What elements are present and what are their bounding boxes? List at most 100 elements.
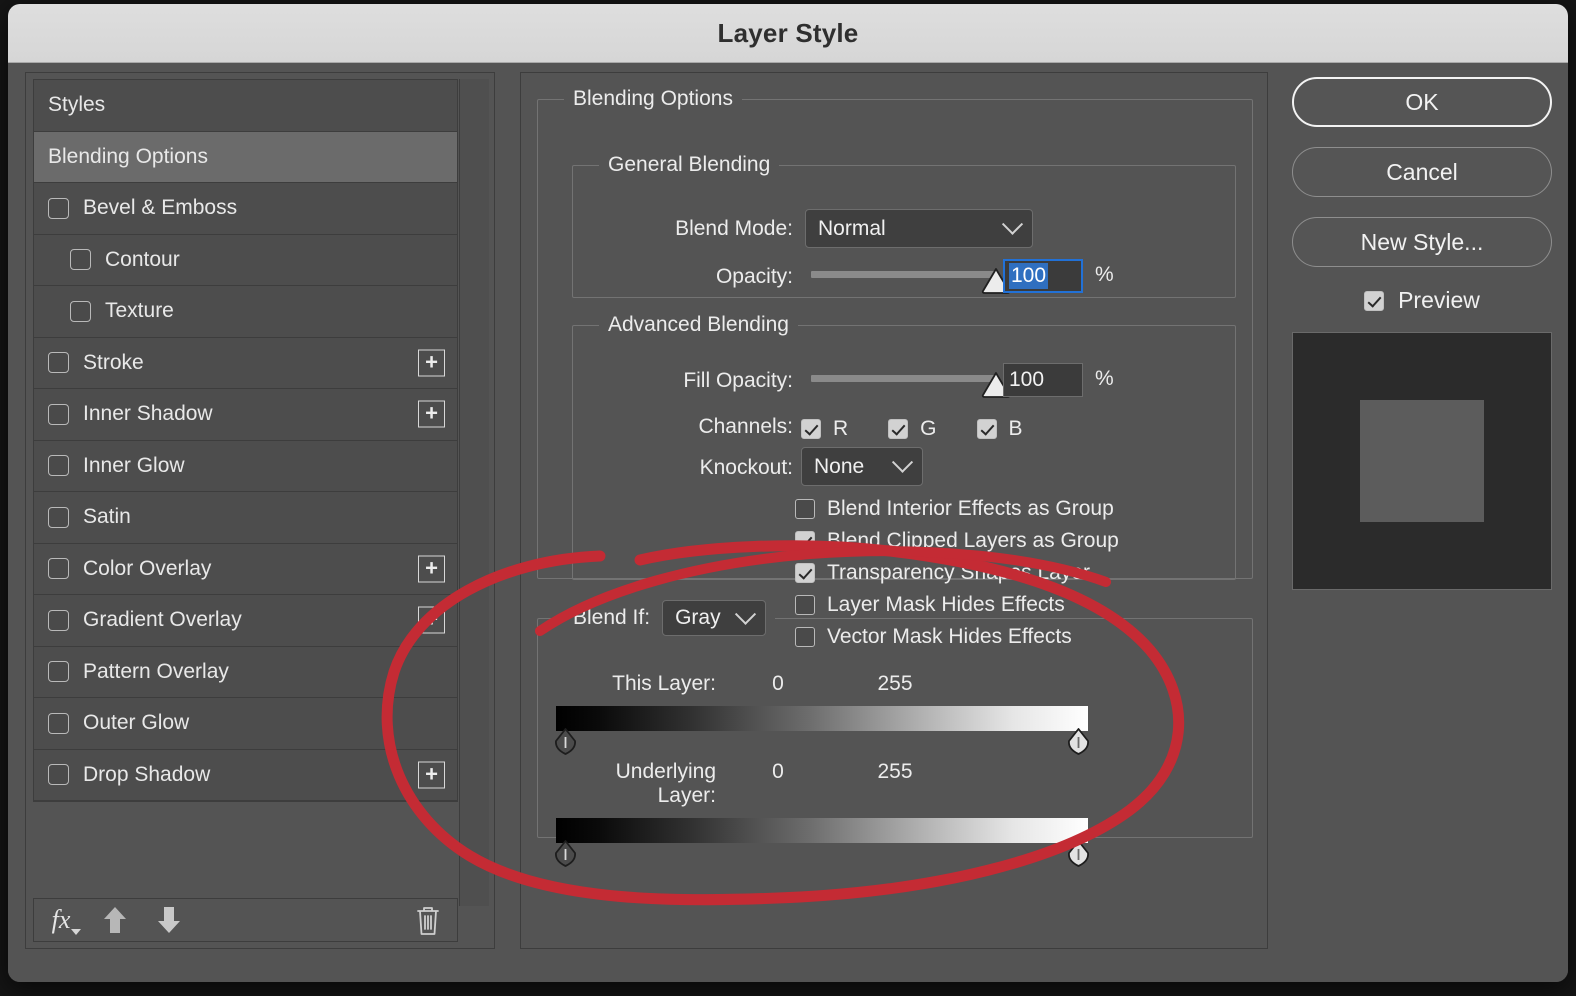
- add-effect-button[interactable]: +: [418, 555, 445, 583]
- sidebar-toolbar: fx: [33, 898, 458, 942]
- channel-r[interactable]: R: [801, 413, 848, 445]
- move-effect-down-button[interactable]: [142, 899, 196, 941]
- sidebar-item-inner-shadow[interactable]: Inner Shadow +: [34, 389, 457, 441]
- effect-enable-checkbox[interactable]: [48, 506, 69, 528]
- blending-options-panel: Blending Options General Blending Blend …: [520, 72, 1268, 949]
- opacity-slider[interactable]: [811, 268, 1011, 294]
- effect-enable-checkbox[interactable]: [48, 352, 69, 374]
- sidebar-item-texture[interactable]: Texture: [34, 286, 457, 338]
- knockout-value: None: [814, 454, 865, 478]
- sidebar-item-pattern-overlay[interactable]: Pattern Overlay: [34, 647, 457, 698]
- option-blend-interior-effects-as-group[interactable]: Blend Interior Effects as Group: [795, 493, 1119, 525]
- effect-enable-checkbox[interactable]: [48, 661, 69, 683]
- effect-enable-checkbox[interactable]: [48, 197, 69, 219]
- effect-enable-checkbox[interactable]: [70, 300, 91, 322]
- sidebar-item-contour[interactable]: Contour: [34, 235, 457, 286]
- sidebar-item-label: Drop Shadow: [83, 762, 211, 786]
- sidebar-item-outer-glow[interactable]: Outer Glow: [34, 698, 457, 750]
- add-effect-button[interactable]: +: [418, 761, 445, 789]
- sidebar-item-styles[interactable]: Styles: [34, 80, 457, 132]
- sidebar-item-stroke[interactable]: Stroke +: [34, 338, 457, 389]
- opacity-slider-track: [811, 271, 997, 278]
- add-effect-button[interactable]: +: [418, 349, 445, 377]
- effect-enable-checkbox[interactable]: [48, 609, 69, 631]
- option-transparency-shapes-layer[interactable]: Transparency Shapes Layer: [795, 557, 1119, 589]
- new-style-button[interactable]: New Style...: [1292, 217, 1552, 267]
- cancel-button[interactable]: Cancel: [1292, 147, 1552, 197]
- effect-enable-checkbox[interactable]: [70, 249, 91, 271]
- effect-enable-checkbox[interactable]: [48, 455, 69, 477]
- blend-mode-dropdown[interactable]: Normal: [805, 209, 1033, 248]
- channel-r-checkbox[interactable]: [801, 419, 821, 439]
- channel-b-label: B: [1008, 417, 1023, 440]
- fill-opacity-input-value: 100: [1009, 368, 1045, 391]
- fill-opacity-slider[interactable]: [811, 372, 1011, 398]
- this-layer-slider[interactable]: [555, 706, 1089, 755]
- preview-label: Preview: [1398, 287, 1480, 313]
- channel-g-label: G: [920, 417, 937, 440]
- fill-opacity-label: Fill Opacity:: [683, 369, 793, 392]
- sidebar-item-gradient-overlay[interactable]: Gradient Overlay +: [34, 595, 457, 647]
- underlying-layer-white-value: 255: [877, 760, 913, 783]
- channel-b-checkbox[interactable]: [976, 419, 997, 439]
- blend-if-channel-value: Gray: [675, 606, 721, 629]
- dialog-title: Layer Style: [717, 17, 859, 48]
- effect-enable-checkbox[interactable]: [48, 764, 69, 786]
- fill-opacity-input[interactable]: 100: [1003, 363, 1083, 397]
- move-effect-up-button[interactable]: [88, 899, 142, 941]
- underlying-layer-white-handle[interactable]: [1067, 840, 1090, 867]
- blend-if-channel-dropdown[interactable]: Gray: [662, 600, 767, 636]
- dialog-titlebar[interactable]: Layer Style: [8, 4, 1568, 63]
- sidebar-item-drop-shadow[interactable]: Drop Shadow +: [34, 750, 457, 801]
- fx-icon: fx: [51, 905, 71, 934]
- effect-enable-checkbox[interactable]: [48, 558, 69, 580]
- sidebar-item-color-overlay[interactable]: Color Overlay +: [34, 544, 457, 595]
- this-layer-black-handle[interactable]: [554, 728, 577, 755]
- underlying-layer-gradient: [556, 818, 1088, 843]
- underlying-layer-black-handle[interactable]: [554, 840, 577, 867]
- sidebar-item-blending-options[interactable]: Blending Options: [34, 131, 457, 183]
- effect-enable-checkbox[interactable]: [48, 403, 69, 425]
- sidebar-item-label: Color Overlay: [83, 556, 212, 580]
- effect-enable-checkbox[interactable]: [48, 712, 69, 734]
- fx-menu-button[interactable]: fx: [34, 899, 88, 941]
- preview-checkbox[interactable]: [1364, 290, 1385, 311]
- blending-options-legend: Blending Options: [573, 87, 733, 110]
- sidebar-item-label: Contour: [105, 247, 180, 271]
- blend-if-legend: Blend If: Gray: [564, 600, 775, 636]
- sidebar-item-label: Bevel & Emboss: [83, 196, 238, 220]
- option-blend-clipped-layers-as-group[interactable]: Blend Clipped Layers as Group: [795, 525, 1119, 557]
- option-label: Blend Clipped Layers as Group: [827, 529, 1119, 552]
- fill-opacity-unit: %: [1095, 367, 1114, 390]
- this-layer-white-handle[interactable]: [1067, 728, 1090, 755]
- arrow-down-icon: [158, 907, 180, 933]
- chevron-down-icon: [891, 451, 914, 473]
- option-checkbox[interactable]: [795, 499, 815, 519]
- chevron-down-icon: [734, 603, 757, 625]
- dialog-body: Styles Blending Options Bevel & Emboss Cont…: [8, 63, 1568, 982]
- ok-button[interactable]: OK: [1292, 77, 1552, 127]
- advanced-blending-group: Advanced Blending Fill Opacity: 100 % Ch…: [572, 313, 1236, 648]
- add-effect-button[interactable]: +: [418, 606, 445, 634]
- sidebar-item-inner-glow[interactable]: Inner Glow: [34, 441, 457, 492]
- delete-effect-button[interactable]: [411, 901, 445, 939]
- preview-toggle[interactable]: Preview: [1292, 287, 1552, 314]
- channel-b[interactable]: B: [976, 413, 1023, 445]
- channel-g[interactable]: G: [888, 413, 937, 445]
- option-checkbox[interactable]: [795, 531, 815, 551]
- blend-mode-value: Normal: [818, 216, 886, 240]
- underlying-layer-black-value: 0: [772, 760, 784, 783]
- opacity-input[interactable]: 100: [1003, 259, 1083, 293]
- this-layer-black-value: 0: [772, 672, 784, 695]
- underlying-layer-label: Underlying Layer:: [615, 760, 716, 807]
- arrow-up-icon: [104, 907, 126, 933]
- underlying-layer-slider[interactable]: [555, 818, 1089, 867]
- blend-if-label: Blend If:: [573, 606, 651, 629]
- channel-g-checkbox[interactable]: [888, 419, 909, 439]
- option-checkbox[interactable]: [795, 563, 815, 583]
- styles-list-scrollbar[interactable]: [459, 79, 489, 906]
- sidebar-item-satin[interactable]: Satin: [34, 492, 457, 544]
- add-effect-button[interactable]: +: [418, 400, 445, 428]
- knockout-dropdown[interactable]: None: [801, 447, 923, 486]
- sidebar-item-bevel-emboss[interactable]: Bevel & Emboss: [34, 183, 457, 235]
